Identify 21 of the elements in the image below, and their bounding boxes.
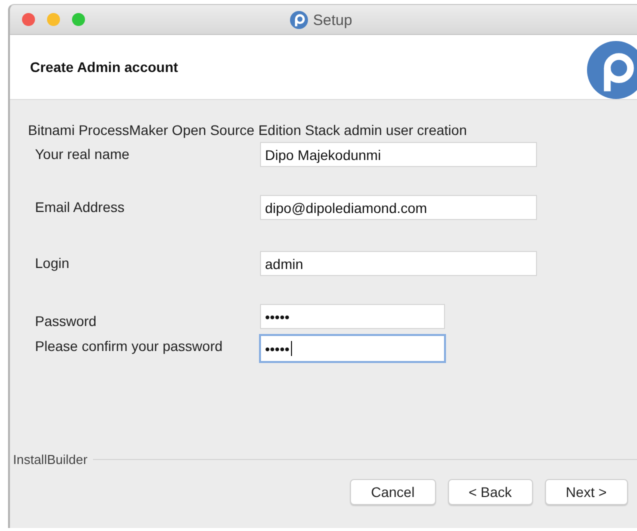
password-field[interactable]: •••••	[259, 334, 446, 363]
dialog-button[interactable]: Cancel	[350, 479, 436, 505]
input-field[interactable]: dipo@dipolediamond.com	[260, 195, 537, 220]
intro-text: Bitnami ProcessMaker Open Source Edition Stack admin user creation	[28, 122, 468, 138]
zoom-button[interactable]	[72, 13, 85, 26]
field-label: Your real name	[35, 145, 130, 162]
close-button[interactable]	[22, 13, 35, 26]
field-label: Login	[35, 254, 70, 271]
field-label: Email Address	[35, 198, 126, 215]
dialog-button[interactable]: Next >	[544, 479, 628, 505]
minimize-button[interactable]	[47, 13, 60, 26]
page-title: Create Admin account	[30, 59, 178, 75]
field-label: Password	[35, 312, 98, 329]
app-logo-icon	[290, 11, 308, 29]
input-field[interactable]: admin	[260, 251, 537, 276]
footer-brand: InstallBuilder	[13, 452, 88, 467]
input-field[interactable]: Dipo Majekodunmi	[260, 142, 537, 167]
dialog-button[interactable]: < Back	[448, 479, 533, 505]
window-title: Setup	[313, 12, 352, 28]
field-label: Please confirm your password	[35, 337, 224, 354]
password-field[interactable]: •••••	[260, 304, 445, 329]
